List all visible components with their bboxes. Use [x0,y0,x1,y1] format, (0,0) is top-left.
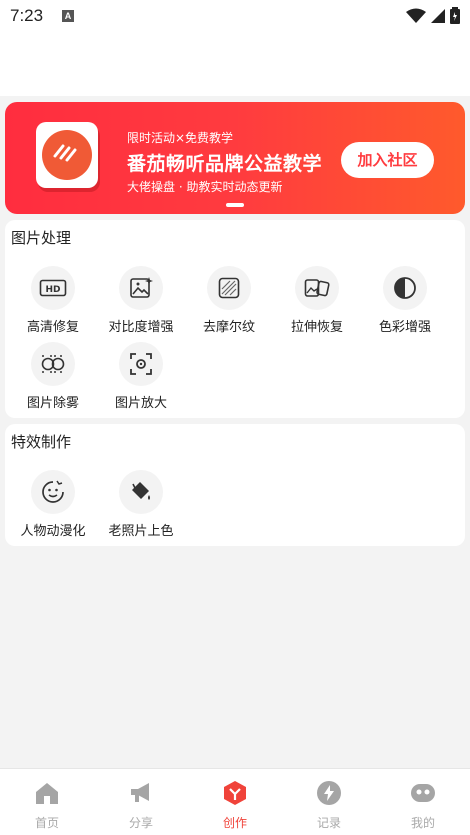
tomato-app-icon [36,122,98,192]
tool-label: 对比度增强 [108,320,174,335]
wifi-icon [406,8,426,23]
tool-label: 人物动漫化 [20,524,86,539]
header-area [0,32,470,96]
tool-label: 老照片上色 [108,524,174,539]
stretch-image-icon [295,266,339,310]
tool-color-enhance[interactable]: 色彩增强 [360,266,450,335]
tool-label: 高清修复 [26,320,79,335]
tab-label: 创作 [222,816,247,830]
status-bar: 7:23 A [0,0,470,32]
tab-label: 我的 [410,816,435,830]
banner-title: 番茄畅听品牌公益教学 [127,153,323,175]
tool-hd-restore[interactable]: HD 高清修复 [8,266,98,335]
moire-pattern-icon [207,266,251,310]
section-title: 特效制作 [11,433,72,451]
tool-remove-moire[interactable]: 去摩尔纹 [184,266,274,335]
status-time: 7:23 [10,6,44,25]
image-processing-section: 图片处理 HD 高清修复 对比度增强 去摩尔纹 拉伸恢复 色彩增强 图片除雾 图… [5,220,465,418]
tool-stretch-restore[interactable]: 拉伸恢复 [272,266,362,335]
tool-dehaze[interactable]: 图片除雾 [8,342,98,411]
tab-create[interactable]: 创作 [188,769,282,835]
profile-icon [411,784,435,802]
tool-label: 图片除雾 [26,396,79,411]
contrast-circle-icon [383,266,427,310]
tool-contrast-enhance[interactable]: 对比度增强 [96,266,186,335]
system-icons [406,7,460,24]
tool-label: 色彩增强 [378,320,431,335]
tool-label: 图片放大 [114,396,167,411]
bottom-tab-bar: 首页 分享 创作 记录 我的 [0,768,470,835]
tab-records[interactable]: 记录 [282,769,376,835]
hd-icon: HD [31,266,75,310]
promo-banner[interactable]: 限时活动×免费教学 番茄畅听品牌公益教学 大佬操盘 · 助教实时动态更新 加入社… [5,102,465,214]
tool-image-enlarge[interactable]: 图片放大 [96,342,186,411]
tab-home[interactable]: 首页 [0,769,94,835]
banner-subtitle: 限时活动×免费教学 [127,131,234,145]
tool-colorize-old-photo[interactable]: 老照片上色 [96,470,186,539]
tool-label: 去摩尔纹 [202,320,255,335]
paint-bucket-icon [119,470,163,514]
banner-description: 大佬操盘 · 助教实时动态更新 [127,180,283,194]
tab-label: 分享 [128,816,153,830]
lightning-icon [317,781,341,805]
signal-icon [431,8,445,23]
carousel-indicator [226,203,244,207]
tab-share[interactable]: 分享 [94,769,188,835]
tab-label: 首页 [34,816,59,830]
tool-cartoonize[interactable]: 人物动漫化 [8,470,98,539]
notification-a-icon: A [62,10,74,22]
zoom-frame-icon [119,342,163,386]
battery-icon [450,7,460,24]
tab-profile[interactable]: 我的 [376,769,470,835]
join-community-button[interactable]: 加入社区 [341,142,434,178]
cartoon-face-icon [31,470,75,514]
svg-text:HD: HD [45,285,60,295]
image-sparkle-icon [119,266,163,310]
effects-section: 特效制作 人物动漫化 老照片上色 [5,424,465,546]
megaphone-icon [131,783,149,802]
dehaze-icon [31,342,75,386]
tool-label: 拉伸恢复 [290,320,343,335]
home-icon [36,783,58,804]
create-icon [224,781,246,805]
section-title: 图片处理 [11,229,72,247]
tab-label: 记录 [316,816,341,830]
